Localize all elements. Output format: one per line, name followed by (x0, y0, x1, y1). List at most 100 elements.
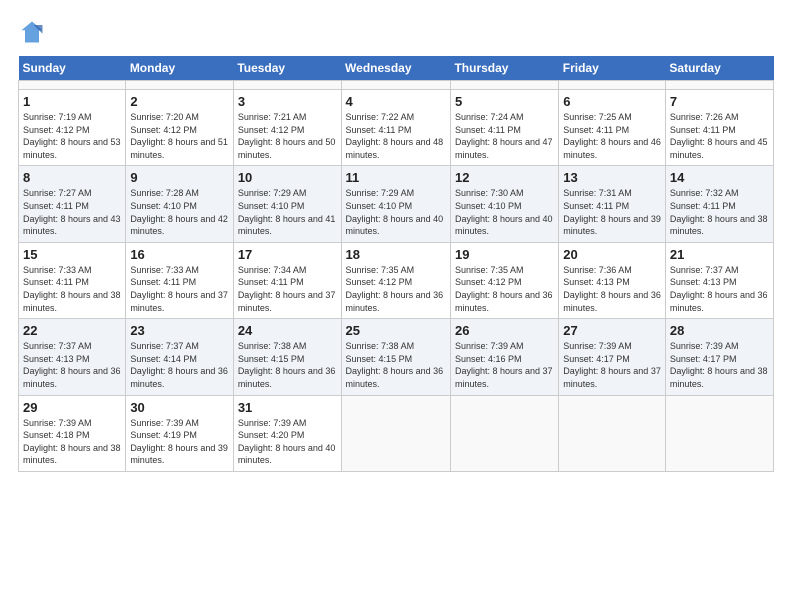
day-number: 5 (455, 94, 554, 109)
table-cell (341, 81, 450, 90)
table-cell: 20 Sunrise: 7:36 AM Sunset: 4:13 PM Dayl… (559, 242, 666, 318)
day-number: 9 (130, 170, 229, 185)
table-cell: 31 Sunrise: 7:39 AM Sunset: 4:20 PM Dayl… (233, 395, 341, 471)
table-cell: 8 Sunrise: 7:27 AM Sunset: 4:11 PM Dayli… (19, 166, 126, 242)
calendar-row: 15 Sunrise: 7:33 AM Sunset: 4:11 PM Dayl… (19, 242, 774, 318)
table-cell: 18 Sunrise: 7:35 AM Sunset: 4:12 PM Dayl… (341, 242, 450, 318)
calendar-table: Sunday Monday Tuesday Wednesday Thursday… (18, 56, 774, 472)
day-info: Sunrise: 7:28 AM Sunset: 4:10 PM Dayligh… (130, 187, 229, 237)
table-cell: 30 Sunrise: 7:39 AM Sunset: 4:19 PM Dayl… (126, 395, 234, 471)
table-cell: 15 Sunrise: 7:33 AM Sunset: 4:11 PM Dayl… (19, 242, 126, 318)
day-info: Sunrise: 7:21 AM Sunset: 4:12 PM Dayligh… (238, 111, 337, 161)
table-cell (450, 81, 558, 90)
table-cell: 12 Sunrise: 7:30 AM Sunset: 4:10 PM Dayl… (450, 166, 558, 242)
table-cell: 25 Sunrise: 7:38 AM Sunset: 4:15 PM Dayl… (341, 319, 450, 395)
day-number: 14 (670, 170, 769, 185)
table-cell: 24 Sunrise: 7:38 AM Sunset: 4:15 PM Dayl… (233, 319, 341, 395)
logo-icon (18, 18, 46, 46)
day-number: 27 (563, 323, 661, 338)
table-cell: 4 Sunrise: 7:22 AM Sunset: 4:11 PM Dayli… (341, 90, 450, 166)
calendar-row: 22 Sunrise: 7:37 AM Sunset: 4:13 PM Dayl… (19, 319, 774, 395)
day-number: 11 (346, 170, 446, 185)
table-cell: 19 Sunrise: 7:35 AM Sunset: 4:12 PM Dayl… (450, 242, 558, 318)
table-cell: 14 Sunrise: 7:32 AM Sunset: 4:11 PM Dayl… (665, 166, 773, 242)
day-number: 1 (23, 94, 121, 109)
table-cell: 11 Sunrise: 7:29 AM Sunset: 4:10 PM Dayl… (341, 166, 450, 242)
day-number: 6 (563, 94, 661, 109)
day-number: 21 (670, 247, 769, 262)
table-cell: 23 Sunrise: 7:37 AM Sunset: 4:14 PM Dayl… (126, 319, 234, 395)
table-cell (559, 395, 666, 471)
day-info: Sunrise: 7:38 AM Sunset: 4:15 PM Dayligh… (346, 340, 446, 390)
day-info: Sunrise: 7:36 AM Sunset: 4:13 PM Dayligh… (563, 264, 661, 314)
table-cell (559, 81, 666, 90)
day-number: 15 (23, 247, 121, 262)
day-info: Sunrise: 7:35 AM Sunset: 4:12 PM Dayligh… (346, 264, 446, 314)
calendar-row: 29 Sunrise: 7:39 AM Sunset: 4:18 PM Dayl… (19, 395, 774, 471)
table-cell: 29 Sunrise: 7:39 AM Sunset: 4:18 PM Dayl… (19, 395, 126, 471)
table-cell: 1 Sunrise: 7:19 AM Sunset: 4:12 PM Dayli… (19, 90, 126, 166)
col-thursday: Thursday (450, 56, 558, 81)
day-info: Sunrise: 7:39 AM Sunset: 4:19 PM Dayligh… (130, 417, 229, 467)
day-info: Sunrise: 7:27 AM Sunset: 4:11 PM Dayligh… (23, 187, 121, 237)
logo (18, 18, 50, 46)
day-number: 18 (346, 247, 446, 262)
table-cell: 5 Sunrise: 7:24 AM Sunset: 4:11 PM Dayli… (450, 90, 558, 166)
day-number: 28 (670, 323, 769, 338)
day-info: Sunrise: 7:35 AM Sunset: 4:12 PM Dayligh… (455, 264, 554, 314)
day-info: Sunrise: 7:22 AM Sunset: 4:11 PM Dayligh… (346, 111, 446, 161)
day-info: Sunrise: 7:20 AM Sunset: 4:12 PM Dayligh… (130, 111, 229, 161)
page: Sunday Monday Tuesday Wednesday Thursday… (0, 0, 792, 612)
table-cell: 2 Sunrise: 7:20 AM Sunset: 4:12 PM Dayli… (126, 90, 234, 166)
table-cell (450, 395, 558, 471)
day-number: 20 (563, 247, 661, 262)
col-monday: Monday (126, 56, 234, 81)
col-saturday: Saturday (665, 56, 773, 81)
table-cell (233, 81, 341, 90)
table-cell (341, 395, 450, 471)
col-sunday: Sunday (19, 56, 126, 81)
table-cell: 17 Sunrise: 7:34 AM Sunset: 4:11 PM Dayl… (233, 242, 341, 318)
day-info: Sunrise: 7:38 AM Sunset: 4:15 PM Dayligh… (238, 340, 337, 390)
day-number: 25 (346, 323, 446, 338)
day-info: Sunrise: 7:37 AM Sunset: 4:13 PM Dayligh… (670, 264, 769, 314)
table-cell: 7 Sunrise: 7:26 AM Sunset: 4:11 PM Dayli… (665, 90, 773, 166)
day-number: 24 (238, 323, 337, 338)
day-info: Sunrise: 7:39 AM Sunset: 4:20 PM Dayligh… (238, 417, 337, 467)
calendar-row (19, 81, 774, 90)
day-number: 17 (238, 247, 337, 262)
day-info: Sunrise: 7:26 AM Sunset: 4:11 PM Dayligh… (670, 111, 769, 161)
table-cell: 3 Sunrise: 7:21 AM Sunset: 4:12 PM Dayli… (233, 90, 341, 166)
col-wednesday: Wednesday (341, 56, 450, 81)
table-cell: 21 Sunrise: 7:37 AM Sunset: 4:13 PM Dayl… (665, 242, 773, 318)
calendar-row: 1 Sunrise: 7:19 AM Sunset: 4:12 PM Dayli… (19, 90, 774, 166)
day-number: 10 (238, 170, 337, 185)
day-number: 16 (130, 247, 229, 262)
table-cell: 9 Sunrise: 7:28 AM Sunset: 4:10 PM Dayli… (126, 166, 234, 242)
day-info: Sunrise: 7:39 AM Sunset: 4:17 PM Dayligh… (563, 340, 661, 390)
day-info: Sunrise: 7:29 AM Sunset: 4:10 PM Dayligh… (346, 187, 446, 237)
day-number: 13 (563, 170, 661, 185)
day-number: 30 (130, 400, 229, 415)
table-cell: 6 Sunrise: 7:25 AM Sunset: 4:11 PM Dayli… (559, 90, 666, 166)
table-cell: 28 Sunrise: 7:39 AM Sunset: 4:17 PM Dayl… (665, 319, 773, 395)
table-cell: 13 Sunrise: 7:31 AM Sunset: 4:11 PM Dayl… (559, 166, 666, 242)
day-number: 26 (455, 323, 554, 338)
calendar-row: 8 Sunrise: 7:27 AM Sunset: 4:11 PM Dayli… (19, 166, 774, 242)
day-number: 3 (238, 94, 337, 109)
table-cell: 10 Sunrise: 7:29 AM Sunset: 4:10 PM Dayl… (233, 166, 341, 242)
table-cell: 26 Sunrise: 7:39 AM Sunset: 4:16 PM Dayl… (450, 319, 558, 395)
header-row: Sunday Monday Tuesday Wednesday Thursday… (19, 56, 774, 81)
table-cell (19, 81, 126, 90)
day-info: Sunrise: 7:25 AM Sunset: 4:11 PM Dayligh… (563, 111, 661, 161)
day-number: 8 (23, 170, 121, 185)
day-number: 19 (455, 247, 554, 262)
table-cell: 16 Sunrise: 7:33 AM Sunset: 4:11 PM Dayl… (126, 242, 234, 318)
day-info: Sunrise: 7:24 AM Sunset: 4:11 PM Dayligh… (455, 111, 554, 161)
day-number: 29 (23, 400, 121, 415)
day-info: Sunrise: 7:19 AM Sunset: 4:12 PM Dayligh… (23, 111, 121, 161)
day-info: Sunrise: 7:30 AM Sunset: 4:10 PM Dayligh… (455, 187, 554, 237)
day-info: Sunrise: 7:33 AM Sunset: 4:11 PM Dayligh… (23, 264, 121, 314)
table-cell: 22 Sunrise: 7:37 AM Sunset: 4:13 PM Dayl… (19, 319, 126, 395)
day-info: Sunrise: 7:29 AM Sunset: 4:10 PM Dayligh… (238, 187, 337, 237)
